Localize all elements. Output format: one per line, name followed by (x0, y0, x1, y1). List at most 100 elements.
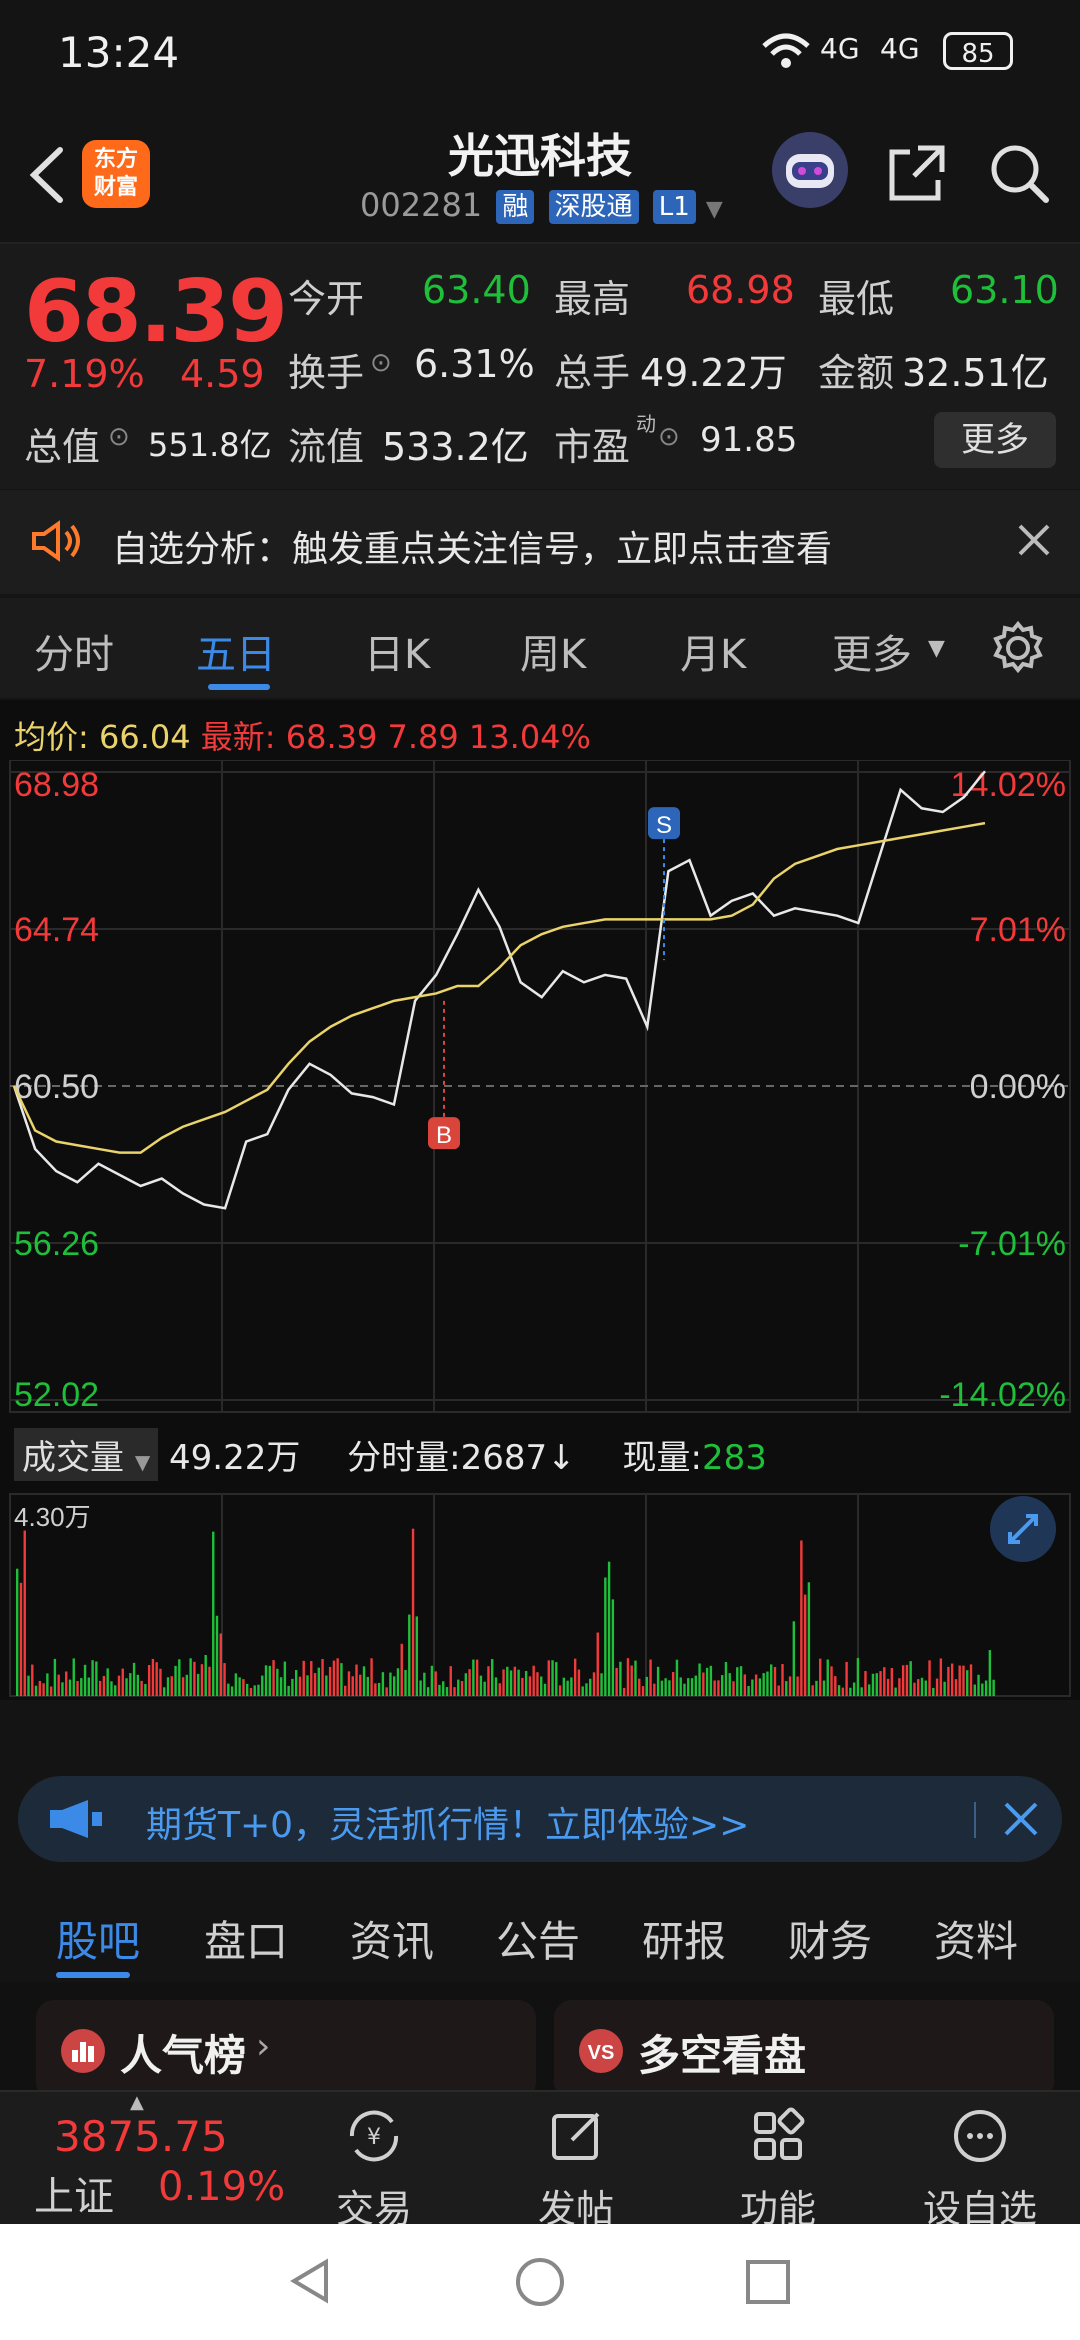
nav-functions[interactable]: 功能 (718, 2106, 838, 2233)
tab-daily-k[interactable]: 日K (364, 622, 430, 680)
volume-bar (328, 1666, 332, 1696)
tab-forum[interactable]: 股吧 (56, 1908, 140, 1969)
tab-financials[interactable]: 财务 (788, 1908, 872, 1969)
tab-profile[interactable]: 资料 (934, 1908, 1018, 1969)
volume-bar (65, 1671, 68, 1696)
popularity-card[interactable]: 人气榜 › (36, 2000, 536, 2100)
volume-bar (762, 1673, 765, 1696)
latest-label: 最新: (200, 718, 276, 756)
assistant-robot-icon[interactable] (772, 132, 848, 208)
back-triangle-icon[interactable] (286, 2256, 336, 2310)
volume-bar (939, 1658, 943, 1696)
volume-bar (76, 1681, 79, 1696)
nav-trade[interactable]: ¥ 交易 (314, 2106, 434, 2233)
volume-bar (800, 1540, 803, 1696)
volume-bar (852, 1682, 856, 1696)
search-icon[interactable] (986, 140, 1052, 206)
more-button[interactable]: 更多 (934, 412, 1056, 468)
volume-bar (649, 1659, 652, 1696)
float-cap-value: 533.2亿 (382, 425, 529, 469)
volume-bar (954, 1679, 958, 1696)
nav-set-watchlist[interactable]: 设自选 (920, 2106, 1040, 2233)
tab-monthly-k[interactable]: 月K (680, 622, 746, 680)
volume-bar (604, 1577, 607, 1696)
volume-bar (849, 1687, 852, 1696)
volume-bar (321, 1658, 324, 1696)
volume-bar (38, 1680, 42, 1696)
volume-bar (140, 1680, 143, 1696)
tab-five-day[interactable]: 五日 (196, 622, 276, 680)
volume-bar (845, 1661, 848, 1696)
volume-bar (728, 1673, 731, 1696)
volume-bar (370, 1658, 373, 1696)
volume-bar (626, 1658, 630, 1696)
info-icon[interactable]: ⊙ (370, 348, 392, 378)
share-icon[interactable] (884, 140, 950, 206)
volume-bar (19, 1582, 23, 1696)
volume-bar (359, 1674, 362, 1696)
volume-bar (709, 1665, 713, 1696)
volume-bar (920, 1677, 924, 1696)
pe-value: 91.85 (700, 420, 798, 460)
volume-bar (886, 1678, 890, 1696)
recents-square-icon[interactable] (744, 2258, 792, 2310)
tab-order-book[interactable]: 盘口 (204, 1908, 288, 1969)
volume-bar (969, 1664, 973, 1696)
tab-news[interactable]: 资讯 (350, 1908, 434, 1969)
volume-selector[interactable]: 成交量 ▼ (14, 1428, 159, 1481)
volume-bar (732, 1681, 735, 1696)
volume-bar (773, 1666, 777, 1696)
volume-label: 总手 (554, 351, 631, 395)
volume-bar (668, 1680, 671, 1696)
volume-bar (155, 1662, 158, 1696)
card-label: 多空看盘 (638, 2031, 807, 2080)
caret-down-icon: ▼ (928, 636, 945, 661)
buy-marker-label: B (436, 1122, 452, 1149)
volume-bar (272, 1660, 275, 1696)
tab-announcements[interactable]: 公告 (496, 1908, 580, 1969)
volume-bar (479, 1675, 483, 1696)
expand-icon[interactable] (988, 1494, 1058, 1568)
volume-bar (532, 1665, 535, 1696)
svg-text:VS: VS (588, 2042, 615, 2064)
volume-bar (49, 1686, 53, 1696)
volume-bar (671, 1672, 675, 1696)
low-label: 最低 (818, 277, 895, 321)
volume-bar (822, 1680, 826, 1696)
gear-icon[interactable] (990, 620, 1046, 680)
volume-bar (445, 1687, 449, 1696)
five-day-chart[interactable]: 均价: 66.04 最新: 68.39 7.89 13.04% 68.98 14.… (0, 700, 1080, 1700)
chevron-right-icon: › (256, 2026, 271, 2067)
volume-bar (31, 1664, 34, 1696)
volume-bar (600, 1673, 603, 1696)
volume-bar (230, 1686, 234, 1696)
index-ticker[interactable]: ▲ 3875.75 上证 0.19% (0, 2092, 290, 2226)
volume-bar (163, 1687, 166, 1696)
volume-bar (283, 1661, 287, 1696)
volume-bar (453, 1687, 456, 1696)
info-icon[interactable]: ⊙ (108, 422, 130, 452)
volume-bar (287, 1685, 290, 1696)
bull-bear-card[interactable]: VS 多空看盘 (554, 2000, 1054, 2100)
close-icon[interactable] (1014, 520, 1054, 564)
tab-intraday[interactable]: 分时 (34, 622, 114, 680)
close-icon[interactable] (1002, 1800, 1040, 1842)
analysis-alert-banner[interactable]: 自选分析：触发重点关注信号，立即点击查看 (0, 490, 1080, 594)
tab-more[interactable]: 更多 (832, 622, 912, 680)
nav-post[interactable]: 发帖 (516, 2106, 636, 2233)
amount-value: 32.51亿 (902, 351, 1049, 395)
futures-promo-banner[interactable]: 期货T+0，灵活抓行情！立即体验>> (18, 1776, 1062, 1862)
volume-header-row: 成交量 ▼ 49.22万 分时量:2687↓ 现量:283 (14, 1428, 767, 1481)
tab-weekly-k[interactable]: 周K (520, 622, 586, 680)
chevron-down-icon[interactable]: ▼ (706, 197, 723, 222)
volume-bar (596, 1632, 599, 1696)
high-label: 最高 (554, 277, 631, 321)
back-arrow-icon[interactable] (22, 140, 72, 210)
tab-research[interactable]: 研报 (642, 1908, 726, 1969)
volume-bar (472, 1659, 475, 1696)
y-axis-tick-left: 60.50 (14, 1068, 99, 1106)
volume-bar (114, 1685, 117, 1696)
home-circle-icon[interactable] (514, 2256, 566, 2312)
info-icon[interactable]: ⊙ (658, 422, 680, 452)
volume-bar (34, 1685, 38, 1696)
